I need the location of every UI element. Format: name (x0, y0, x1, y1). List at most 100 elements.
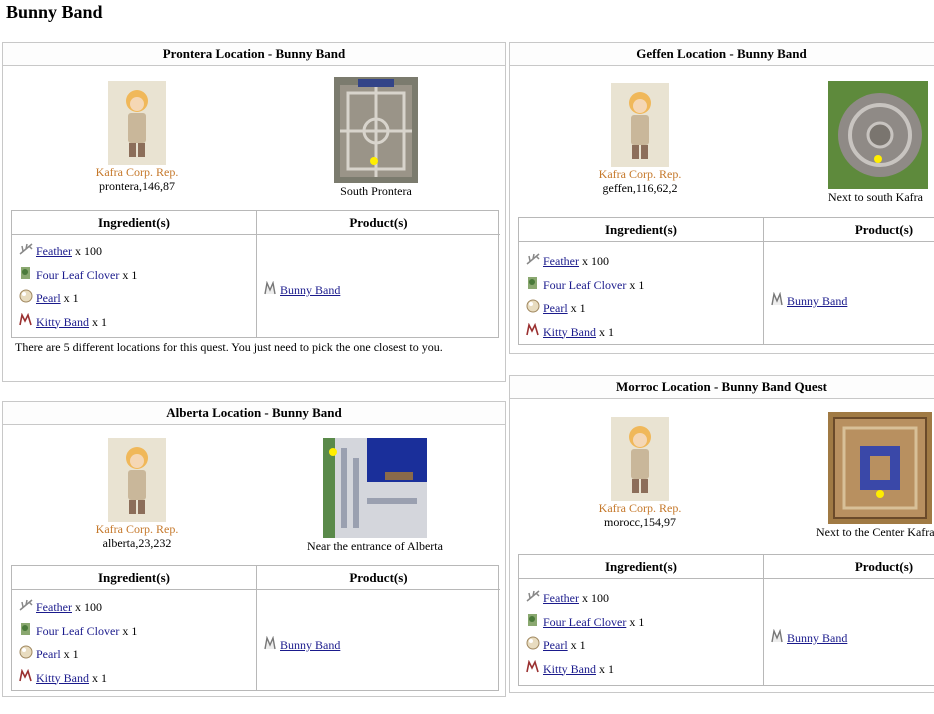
recipe-table: Ingredient(s) Product(s) Feather x 100 F… (518, 554, 934, 686)
kafra-npc-sprite (611, 83, 669, 167)
ingredient-qty: x 1 (122, 267, 138, 282)
panel-title: Geffen Location - Bunny Band (510, 43, 934, 66)
products-header: Product(s) (257, 566, 500, 590)
ingredient-link[interactable]: Feather (543, 591, 579, 605)
alberta-map-image (323, 438, 427, 538)
ingredient-link[interactable]: Four Leaf Clover (543, 615, 626, 629)
ingredient-label: Pearl (36, 647, 61, 661)
ingredient-list: Feather x 100 Four Leaf Clover x 1 Pearl… (525, 587, 644, 681)
npc-coordinates: prontera,146,87 (99, 179, 175, 193)
ingredient-link[interactable]: Feather (543, 254, 579, 268)
ingredient-qty: x 1 (629, 277, 645, 292)
ingredient-row: Four Leaf Clover x 1 (525, 611, 644, 635)
ingredients-header: Ingredient(s) (519, 218, 763, 242)
bunny-band-icon (769, 628, 785, 643)
ingredient-qty: x 1 (570, 638, 586, 652)
ingredient-link[interactable]: Pearl (543, 301, 568, 315)
clover-icon (525, 612, 541, 626)
pearl-icon (18, 644, 34, 659)
ingredient-link[interactable]: Kitty Band (543, 325, 596, 339)
ingredients-header: Ingredient(s) (519, 555, 763, 579)
ingredient-qty: x 1 (92, 670, 107, 685)
ingredients-header: Ingredient(s) (12, 566, 256, 590)
clover-icon (18, 621, 34, 635)
npc-name: Kafra Corp. Rep. (598, 501, 682, 515)
recipe-table: Ingredient(s) Product(s) Feather x 100 F… (11, 565, 500, 691)
ingredient-link[interactable]: Kitty Band (36, 671, 89, 685)
bunny-band-icon (262, 280, 278, 295)
feather-icon (18, 597, 34, 611)
morroc-map-image (828, 412, 932, 524)
kafra-npc-sprite (108, 438, 166, 522)
ingredient-qty: x 1 (63, 647, 79, 661)
ingredient-qty: x 1 (92, 314, 107, 329)
product-link[interactable]: Bunny Band (787, 294, 847, 308)
ingredient-qty: x 100 (581, 591, 609, 605)
prontera-panel: Prontera Location - Bunny Band Kafra Cor… (2, 42, 506, 382)
map-caption: South Prontera (340, 184, 412, 198)
alberta-panel: Alberta Location - Bunny Band Kafra Corp… (2, 401, 506, 697)
kafra-npc-sprite (108, 81, 166, 165)
npc-coordinates: geffen,116,62,2 (602, 181, 678, 195)
npc-block: Kafra Corp. Rep. alberta,23,232 (57, 438, 217, 550)
product-cell: Bunny Band (262, 280, 340, 298)
map-block: South Prontera (319, 77, 433, 199)
product-link[interactable]: Bunny Band (280, 283, 340, 297)
npc-name: Kafra Corp. Rep. (95, 165, 179, 179)
ingredient-link[interactable]: Pearl (543, 638, 568, 652)
map-caption: Next to the Center Kafra (816, 525, 934, 539)
ingredient-qty: x 100 (74, 244, 102, 258)
ingredient-qty: x 1 (599, 324, 614, 339)
bunny-band-icon (769, 291, 785, 306)
ingredient-row: Kitty Band x 1 (18, 311, 137, 335)
product-cell: Bunny Band (769, 291, 847, 309)
ingredient-link[interactable]: Kitty Band (36, 315, 89, 329)
map-caption: Near the entrance of Alberta (307, 539, 443, 553)
ingredient-qty: x 1 (599, 661, 614, 676)
clover-icon (18, 265, 34, 279)
ingredient-label: Four Leaf Clover (36, 267, 120, 282)
ingredient-row: Feather x 100 (525, 587, 644, 611)
kitty-band-icon (525, 322, 541, 336)
ingredient-row: Four Leaf Clover x 1 (18, 264, 137, 288)
ingredient-label: Four Leaf Clover (543, 277, 627, 292)
ingredient-row: Kitty Band x 1 (18, 667, 137, 691)
kafra-npc-sprite (611, 417, 669, 501)
ingredient-row: Feather x 100 (18, 240, 137, 264)
ingredient-row: Four Leaf Clover x 1 (525, 274, 644, 298)
ingredient-qty: x 1 (570, 301, 586, 315)
ingredient-list: Feather x 100 Four Leaf Clover x 1 Pearl… (525, 250, 644, 344)
panel-title: Morroc Location - Bunny Band Quest (510, 376, 934, 399)
product-link[interactable]: Bunny Band (787, 631, 847, 645)
ingredient-qty: x 100 (581, 254, 609, 268)
product-cell: Bunny Band (262, 635, 340, 653)
ingredient-link[interactable]: Pearl (36, 291, 61, 305)
npc-block: Kafra Corp. Rep. prontera,146,87 (57, 81, 217, 193)
product-cell: Bunny Band (769, 628, 847, 646)
map-block: Next to the Center Kafra (816, 412, 934, 540)
ingredient-qty: x 1 (63, 291, 79, 305)
panel-title: Alberta Location - Bunny Band (3, 402, 505, 425)
ingredient-link[interactable]: Feather (36, 600, 72, 614)
ingredient-link[interactable]: Kitty Band (543, 662, 596, 676)
npc-coordinates: morocc,154,97 (604, 515, 676, 529)
map-block: Near the entrance of Alberta (295, 438, 455, 554)
morroc-panel: Morroc Location - Bunny Band Quest Kafra… (509, 375, 934, 693)
ingredient-list: Feather x 100 Four Leaf Clover x 1 Pearl… (18, 596, 137, 690)
product-link[interactable]: Bunny Band (280, 638, 340, 652)
prontera-map-image (334, 77, 418, 183)
bunny-band-icon (262, 635, 278, 650)
ingredient-link[interactable]: Feather (36, 244, 72, 258)
ingredient-row: Pearl x 1 (18, 287, 137, 311)
products-header: Product(s) (764, 218, 934, 242)
products-header: Product(s) (257, 211, 500, 235)
panel-title: Prontera Location - Bunny Band (3, 43, 505, 66)
npc-name: Kafra Corp. Rep. (598, 167, 682, 181)
ingredient-list: Feather x 100 Four Leaf Clover x 1 Pearl… (18, 240, 137, 334)
ingredient-qty: x 100 (74, 600, 102, 614)
geffen-map-image (828, 81, 928, 189)
feather-icon (18, 241, 34, 255)
ingredient-qty: x 1 (629, 614, 645, 629)
ingredient-row: Four Leaf Clover x 1 (18, 620, 137, 644)
map-block: Next to south Kafra (828, 81, 934, 205)
